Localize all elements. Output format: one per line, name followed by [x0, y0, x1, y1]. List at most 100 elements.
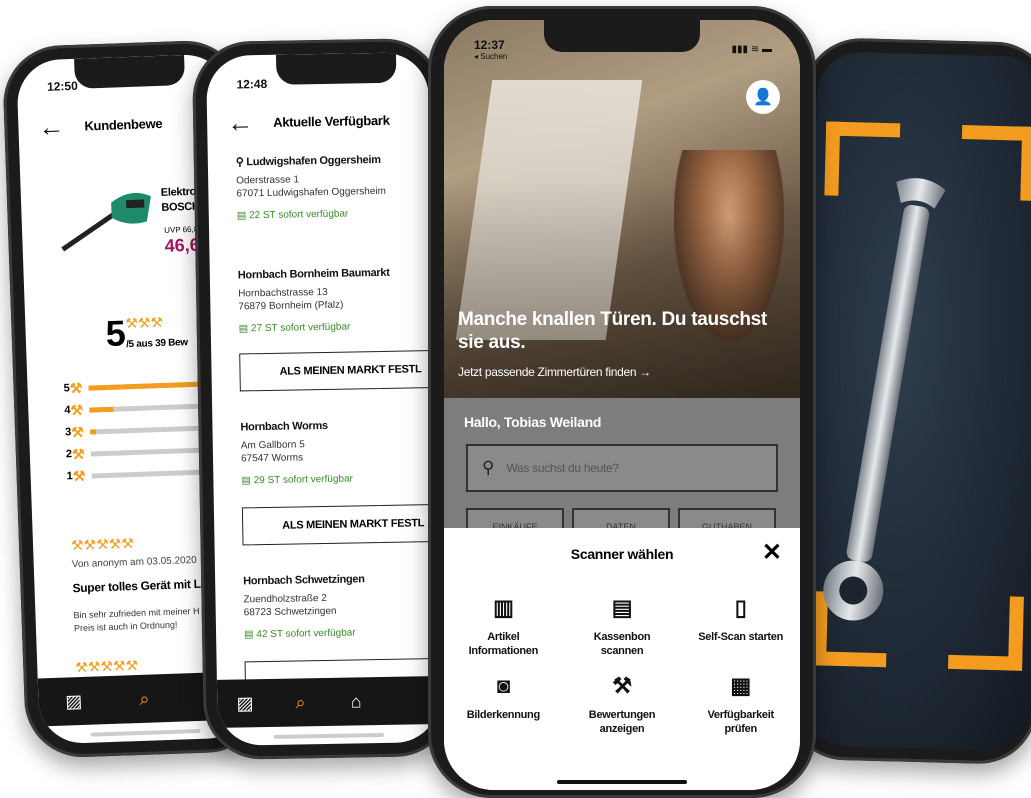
- rating-bar-fill: [88, 381, 203, 391]
- pallet-icon: ▦: [730, 673, 751, 698]
- notch: [74, 55, 186, 89]
- bottom-nav: ▨ ⌕ ⌂: [216, 676, 440, 728]
- scanner-sheet: Scanner wählen ✕ ▥ Artikel Informationen…: [444, 528, 800, 790]
- pallet-icon: ▤: [241, 475, 254, 487]
- option-self-scan[interactable]: ▯ Self-Scan starten: [681, 592, 800, 658]
- pallet-icon: ▤: [238, 323, 252, 335]
- option-check-availability[interactable]: ▦ Verfügbarkeit prüfen: [681, 670, 800, 736]
- nav-more-icon[interactable]: [397, 700, 427, 701]
- hero-link[interactable]: Jetzt passende Zimmertüren finden →: [458, 365, 651, 379]
- receipt-icon: ▤: [611, 595, 633, 620]
- option-show-reviews[interactable]: ⚒ Bewertungen anzeigen: [563, 670, 682, 736]
- hammer-icon: ⚒: [72, 467, 86, 484]
- hammer-icon: ⚒: [71, 445, 85, 462]
- option-label: Artikel: [487, 631, 520, 643]
- self-scan-icon: ▯: [734, 595, 747, 620]
- option-label: Self-Scan starten: [698, 631, 784, 643]
- store-entry[interactable]: Hornbach Bornheim Baumarkt Hornbachstras…: [238, 267, 391, 335]
- home-indicator: [557, 780, 687, 784]
- rating-bar: [91, 468, 212, 479]
- battery-icon: ▬: [762, 44, 772, 55]
- pallet-icon: ▤: [236, 210, 250, 222]
- store-entry[interactable]: ⚲ Ludwigshafen Oggersheim Oderstrasse 1 …: [236, 153, 387, 222]
- store-entry[interactable]: Hornbach Schwetzingen Zuendholzstraße 2 …: [243, 573, 366, 640]
- nav-scanner-icon[interactable]: ⌕: [129, 688, 160, 710]
- hammer-icon: ⚒: [121, 535, 135, 552]
- hammer-icon: ⚒: [112, 657, 126, 674]
- hammer-icon: ⚒: [70, 423, 85, 440]
- nav-scanner-icon[interactable]: ⌕: [285, 692, 315, 714]
- page-title: Kundenbewe: [84, 115, 163, 134]
- option-label: Verfügbarkeit: [707, 709, 774, 721]
- rating-bar: [88, 402, 210, 413]
- scanner-options: ▥ Artikel Informationen ▤ Kassenbon scan…: [444, 592, 800, 736]
- back-to-search-link[interactable]: ◂ Suchen: [474, 52, 507, 61]
- phone-availability: 12:48 ← Aktuelle Verfügbark ⚲ Ludwigshaf…: [191, 37, 455, 761]
- store-name: Hornbach Schwetzingen: [243, 573, 365, 588]
- notch: [544, 20, 700, 52]
- set-my-market-button[interactable]: ALS MEINEN MARKT FESTL: [241, 503, 441, 546]
- hero-banner[interactable]: [444, 20, 800, 420]
- scan-frame-corner: [960, 125, 1031, 201]
- image-scanner-screen: [799, 51, 1031, 751]
- option-label: prüfen: [724, 723, 757, 735]
- hammer-icon: ⚒: [83, 536, 97, 553]
- review-text: Bin sehr zufrieden mit meiner H Preis is…: [73, 605, 200, 635]
- hammer-icon: ⚒: [95, 535, 110, 553]
- search-field[interactable]: ⚲ Was suchst du heute?: [466, 444, 778, 492]
- sheet-title: Scanner wählen: [570, 546, 674, 562]
- store-city: 67547 Worms: [240, 452, 304, 465]
- nav-store-icon[interactable]: ⌂: [341, 691, 371, 713]
- camera-icon: ◙: [496, 673, 510, 698]
- store-availability: ▤ 29 ST sofort verfügbar: [241, 473, 353, 486]
- greeting: Hallo, Tobias Weiland: [464, 414, 602, 430]
- page-title: Aktuelle Verfügbark: [273, 112, 390, 130]
- availability-text: 42 ST sofort verfügbar: [256, 627, 356, 641]
- availability-text: 29 ST sofort verfügbar: [253, 473, 354, 487]
- hedge-trimmer-image: [61, 192, 151, 252]
- hammer-icon: ⚒: [150, 313, 164, 331]
- store-entry[interactable]: Hornbach Worms Am Gallborn 5 67547 Worms…: [240, 419, 353, 487]
- store-name: Hornbach Bornheim Baumarkt: [237, 266, 390, 282]
- nav-home-icon[interactable]: ▨: [230, 693, 260, 715]
- review-meta: Von anonym am 03.05.2020: [71, 554, 197, 571]
- hammer-icon: ⚒: [137, 314, 151, 331]
- option-image-recognition[interactable]: ◙ Bilderkennung: [444, 670, 563, 736]
- home-indicator: [273, 732, 384, 739]
- set-my-market-button[interactable]: ALS MEINEN MARKT FESTL: [239, 349, 441, 392]
- notch: [275, 52, 397, 85]
- rating-bar: [89, 424, 210, 435]
- signal-icon: ▮▮▮: [731, 44, 749, 55]
- hammer-icon: ⚒: [100, 657, 114, 675]
- option-receipt-scan[interactable]: ▤ Kassenbon scannen: [563, 592, 682, 658]
- hero-overlay: [444, 20, 800, 420]
- option-label: scannen: [600, 645, 644, 657]
- status-time: 12:50: [46, 78, 78, 94]
- rating-bar: [90, 446, 211, 457]
- rating-hammers: ⚒⚒⚒: [125, 314, 163, 333]
- availability-header: ← Aktuelle Verfügbark: [207, 104, 429, 138]
- review-hammers: ⚒⚒⚒⚒⚒: [71, 535, 134, 555]
- user-icon: 👤: [753, 89, 773, 106]
- uvp-price: UVP 66,8: [163, 224, 199, 235]
- scan-frame-corner: [947, 594, 1024, 671]
- average-rating: 5: [104, 312, 127, 354]
- status-time: 12:37: [474, 38, 505, 52]
- nav-home-icon[interactable]: ▨: [58, 690, 89, 712]
- hammer-icon: ⚒: [87, 658, 101, 675]
- option-label: Kassenbon: [593, 631, 651, 643]
- back-arrow-icon[interactable]: ←: [38, 111, 65, 142]
- back-arrow-icon[interactable]: ←: [227, 107, 254, 137]
- hammer-icon: ⚒: [69, 379, 83, 396]
- availability-text: 22 ST sofort verfügbar: [248, 208, 349, 222]
- rating-count: /5 aus 39 Bew: [125, 337, 188, 351]
- store-city: 67071 Ludwigshafen Oggersheim: [236, 185, 387, 200]
- review-title: Super tolles Gerät mit Leis: [72, 576, 217, 596]
- store-availability: ▤ 42 ST sofort verfügbar: [244, 627, 366, 640]
- status-icons: ▮▮▮ ≋ ▬: [732, 44, 772, 55]
- close-icon[interactable]: ✕: [762, 538, 782, 567]
- availability-text: 27 ST sofort verfügbar: [250, 321, 351, 335]
- profile-button[interactable]: 👤: [746, 80, 780, 114]
- option-article-info[interactable]: ▥ Artikel Informationen: [444, 592, 563, 658]
- option-label: Informationen: [468, 645, 539, 657]
